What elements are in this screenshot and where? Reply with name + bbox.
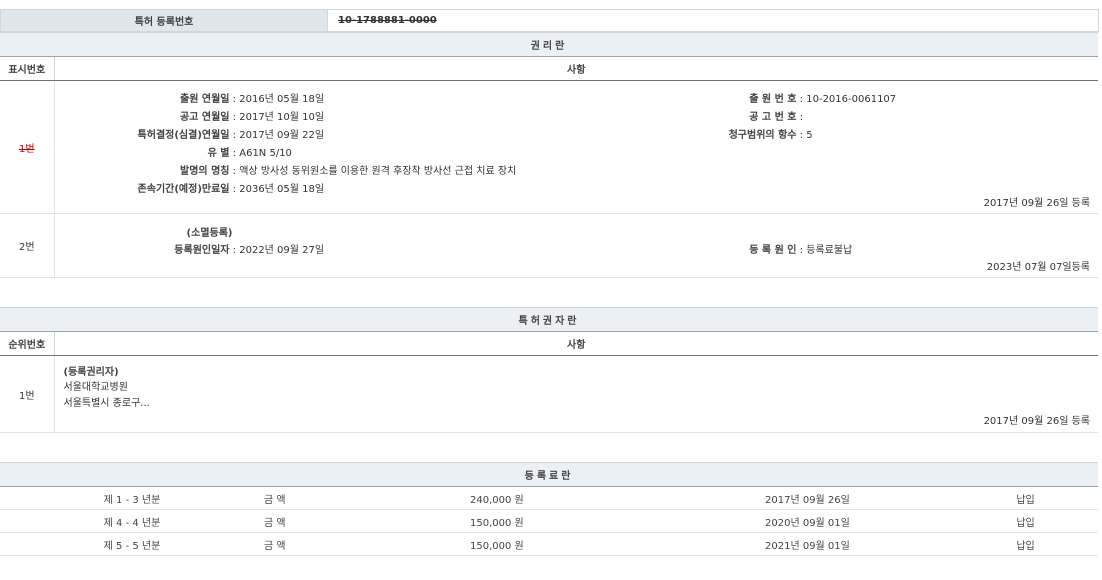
fee-row: 제 5 - 5 년분 금 액 150,000 원 2021년 09월 01일 납… <box>0 533 1098 556</box>
fee-label: 금 액 <box>264 533 384 556</box>
invention-name-key: 발명의 명칭 <box>55 162 230 177</box>
claims-count-key: 청구범위의 항수 <box>655 126 797 141</box>
expire-date-key: 존속기간(예정)만료일 <box>55 180 230 195</box>
holder-address: 서울특별시 종로구... <box>64 394 150 409</box>
fee-period: 제 5 - 5 년분 <box>0 533 264 556</box>
cause-key: 등 록 원 인 <box>655 241 797 256</box>
fee-status: 납입 <box>953 487 1098 510</box>
cause-date-value: 2022년 09월 27일 <box>239 245 324 256</box>
apply-no-value: 10-2016-0061107 <box>806 94 896 105</box>
holders-row: 1번 (등록권리자) 서울대학교병원 서울특별시 종로구... 2017년 09… <box>0 356 1098 433</box>
rights-table: 권리란 표시번호 사항 1번 출원 연월일 : 2016년 05월 18일 공고… <box>0 32 1098 278</box>
fee-period: 제 1 - 3 년분 <box>0 487 264 510</box>
apply-no-key: 출 원 번 호 <box>655 90 797 105</box>
rights-row2-reg-date: 2023년 07월 07일등록 <box>987 258 1090 273</box>
fee-status: 납입 <box>953 510 1098 533</box>
holders-col-item: 사항 <box>54 332 1098 356</box>
decision-date-value: 2017년 09월 22일 <box>239 130 324 141</box>
apply-date-value: 2016년 05월 18일 <box>239 94 324 105</box>
fee-date: 2021년 09월 01일 <box>653 533 953 556</box>
fee-amount: 150,000 원 <box>384 533 653 556</box>
holder-heading: (등록권리자) <box>64 363 119 378</box>
type-value: A61N 5/10 <box>239 148 292 159</box>
rights-col-item: 사항 <box>54 57 1098 81</box>
fee-label: 금 액 <box>264 487 384 510</box>
rights-section-title: 권리란 <box>0 33 1098 57</box>
fees-table: 등록료란 제 1 - 3 년분 금 액 240,000 원 2017년 09월 … <box>0 462 1098 556</box>
fees-section-title: 등록료란 <box>0 463 1098 487</box>
holders-section-title: 특허권자란 <box>0 308 1098 332</box>
cause-value: 등록료불납 <box>806 245 852 256</box>
rights-row1-reg-date: 2017년 09월 26일 등록 <box>984 194 1090 209</box>
pub-no-key: 공 고 번 호 <box>655 108 797 123</box>
fee-row: 제 4 - 4 년분 금 액 150,000 원 2020년 09월 01일 납… <box>0 510 1098 533</box>
rights-row: 2번 (소멸등록) 등록원인일자 : 2022년 09월 27일 등 록 원 인… <box>0 214 1098 278</box>
fee-date: 2017년 09월 26일 <box>653 487 953 510</box>
extinction-heading: (소멸등록) <box>55 224 233 239</box>
apply-date-key: 출원 연월일 <box>55 90 230 105</box>
holder-name: 서울대학교병원 <box>64 378 128 393</box>
fee-label: 금 액 <box>264 510 384 533</box>
rights-row-number: 2번 <box>0 214 54 278</box>
decision-date-key: 특허결정(심결)연월일 <box>55 126 230 141</box>
holders-row-number: 1번 <box>0 356 54 433</box>
pub-date-value: 2017년 10월 10일 <box>239 112 324 123</box>
registration-number-label: 특허 등록번호 <box>1 10 328 32</box>
patent-registry-page: 특허 등록번호 10-1788881-0000 권리란 표시번호 사항 1번 출… <box>0 9 1098 556</box>
cause-date-key: 등록원인일자 <box>55 241 230 256</box>
rights-row-number: 1번 <box>19 144 35 155</box>
invention-name-value: 액상 방사성 동위원소를 이용한 원격 후장착 방사선 근접 치료 장치 <box>239 166 516 177</box>
claims-count-value: 5 <box>806 130 812 141</box>
expire-date-value: 2036년 05월 18일 <box>239 184 324 195</box>
registration-number-value: 10-1788881-0000 <box>338 15 437 26</box>
type-key: 유 별 <box>55 144 230 159</box>
rights-row: 1번 출원 연월일 : 2016년 05월 18일 공고 연월일 : 2017년… <box>0 81 1098 214</box>
holders-col-number: 순위번호 <box>0 332 54 356</box>
holders-table: 특허권자란 순위번호 사항 1번 (등록권리자) 서울대학교병원 서울특별시 종… <box>0 307 1098 433</box>
fee-date: 2020년 09월 01일 <box>653 510 953 533</box>
rights-col-number: 표시번호 <box>0 57 54 81</box>
holder-reg-date: 2017년 09월 26일 등록 <box>984 412 1090 427</box>
fee-amount: 240,000 원 <box>384 487 653 510</box>
fee-row: 제 1 - 3 년분 금 액 240,000 원 2017년 09월 26일 납… <box>0 487 1098 510</box>
fee-period: 제 4 - 4 년분 <box>0 510 264 533</box>
pub-date-key: 공고 연월일 <box>55 108 230 123</box>
fee-amount: 150,000 원 <box>384 510 653 533</box>
fee-status: 납입 <box>953 533 1098 556</box>
registration-number-table: 특허 등록번호 10-1788881-0000 <box>0 9 1099 32</box>
